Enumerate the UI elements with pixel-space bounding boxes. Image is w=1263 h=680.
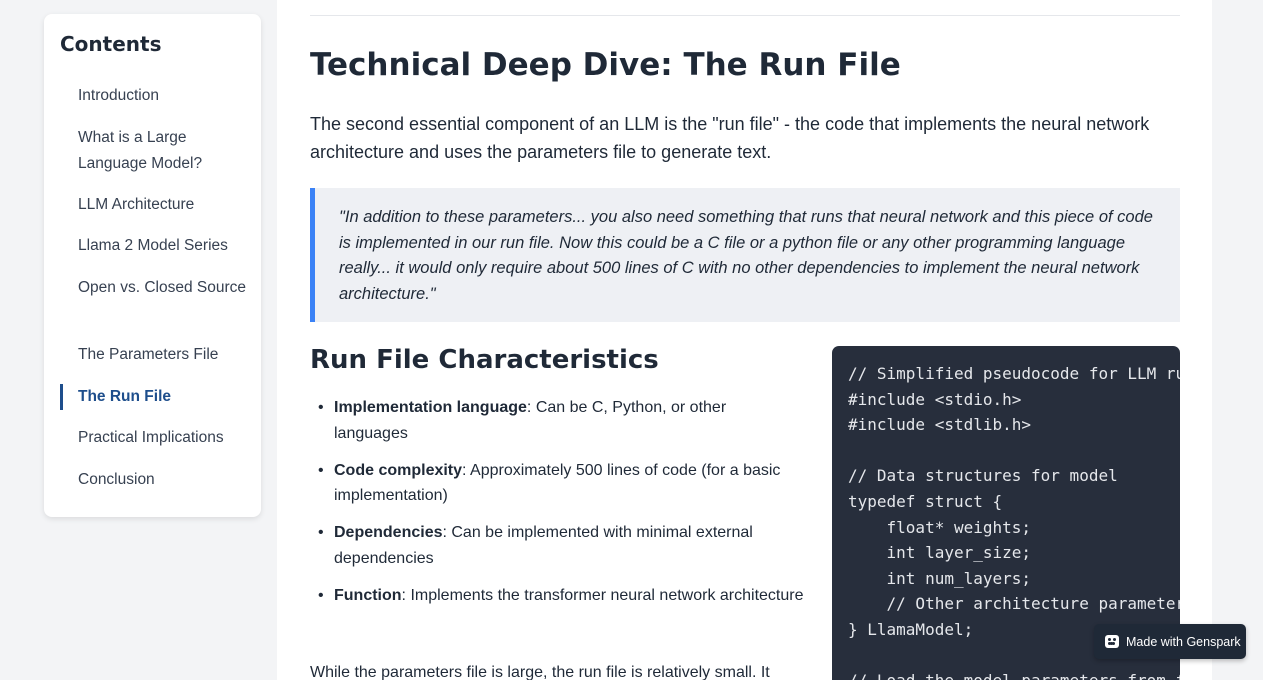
list-item: Function: Implements the transformer neu… bbox=[318, 583, 804, 609]
code-line: // Simplified pseudocode for LLM run fil… bbox=[848, 364, 1180, 383]
section-title: Run File Characteristics bbox=[310, 345, 659, 375]
genspark-logo-icon bbox=[1105, 635, 1119, 648]
made-with-genspark-badge[interactable]: Made with Genspark bbox=[1094, 624, 1246, 659]
intro-paragraph: The second essential component of an LLM… bbox=[310, 114, 1150, 162]
list-item-term: Code complexity bbox=[334, 461, 463, 479]
code-line: // Data structures for model bbox=[848, 466, 1118, 486]
list-item-term: Implementation language bbox=[334, 399, 527, 416]
list-item: Implementation language: Can be C, Pytho… bbox=[318, 395, 804, 446]
list-item: Code complexity: Approximately 500 lines… bbox=[318, 458, 804, 509]
list-item: Dependencies: Can be implemented with mi… bbox=[318, 520, 804, 571]
code-line: typedef struct { bbox=[848, 491, 1003, 511]
toc-item-run-file[interactable]: The Run File bbox=[60, 384, 259, 410]
code-line: int layer_size; bbox=[848, 543, 1032, 563]
toc-item-llm-architecture[interactable]: LLM Architecture bbox=[60, 192, 259, 218]
code-line: #include <stdlib.h> bbox=[848, 415, 1032, 435]
toc-item-open-vs-closed[interactable]: Open vs. Closed Source bbox=[60, 275, 259, 301]
code-line: int num_layers; bbox=[848, 568, 1032, 588]
code-line: // Load the model parameters from file bbox=[848, 668, 1180, 680]
article-content: Technical Deep Dive: The Run File The se… bbox=[277, 0, 1212, 680]
sidebar-title: Contents bbox=[60, 32, 162, 56]
page-title: Technical Deep Dive: The Run File bbox=[310, 47, 901, 83]
toc-item-conclusion[interactable]: Conclusion bbox=[60, 467, 259, 493]
toc-item-llama-2-series[interactable]: Llama 2 Model Series bbox=[60, 233, 259, 259]
characteristics-list: Implementation language: Can be C, Pytho… bbox=[318, 395, 804, 620]
quote-block: "In addition to these parameters... you … bbox=[310, 188, 1180, 322]
table-of-contents: Contents Introduction What is a Large La… bbox=[44, 14, 261, 517]
toc-item-practical-implications[interactable]: Practical Implications bbox=[60, 425, 259, 451]
toc-item-introduction[interactable]: Introduction bbox=[60, 83, 259, 109]
section-divider bbox=[310, 15, 1180, 16]
badge-label: Made with Genspark bbox=[1126, 634, 1241, 649]
toc-item-what-is-llm[interactable]: What is a Large Language Model? bbox=[60, 125, 259, 176]
body-paragraph: While the parameters file is large, the … bbox=[310, 664, 770, 680]
code-line: float* weights; bbox=[848, 517, 1032, 537]
list-item-term: Dependencies bbox=[334, 524, 443, 541]
toc-item-parameters-file[interactable]: The Parameters File bbox=[60, 342, 259, 368]
code-line: // Other architecture parameters bbox=[848, 594, 1180, 614]
code-line: #include <stdio.h> bbox=[848, 389, 1022, 409]
list-item-term: Function bbox=[334, 586, 402, 604]
list-item-desc: : Implements the transformer neural netw… bbox=[401, 586, 804, 604]
